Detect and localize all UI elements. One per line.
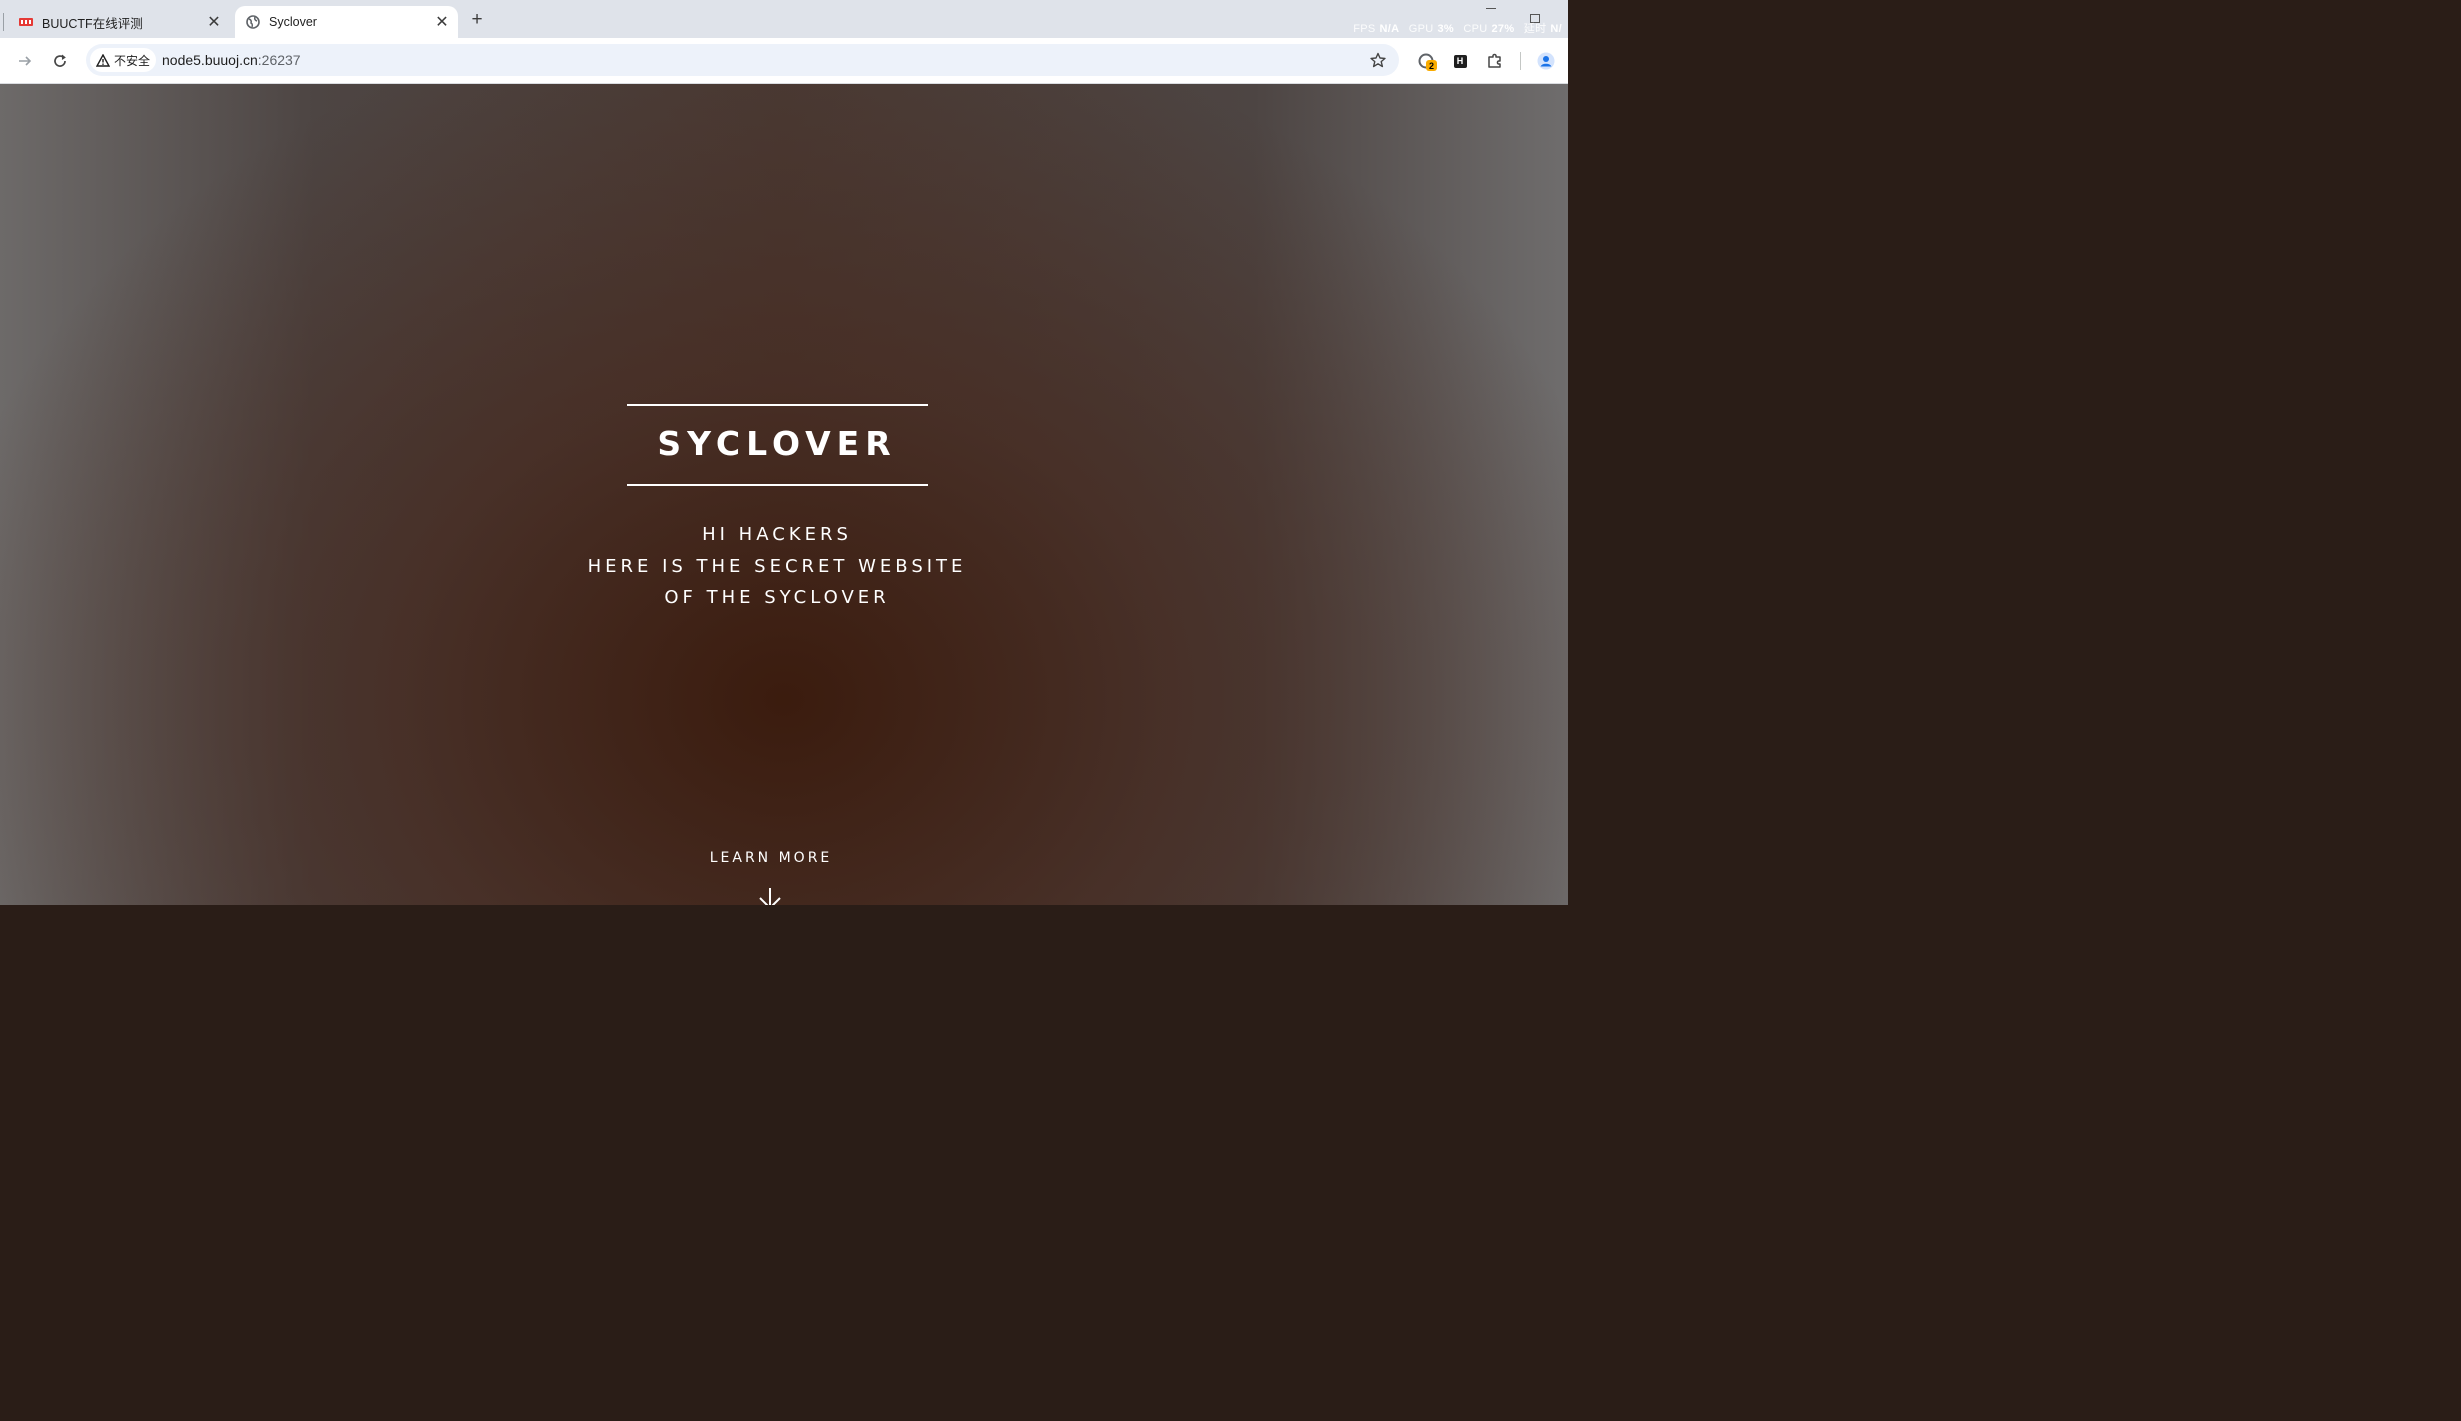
forward-arrow-icon[interactable] [13,49,37,73]
profile-avatar-icon[interactable] [1535,50,1557,72]
gpu-value: 3% [1437,23,1455,35]
gpu-label: GPU [1408,23,1434,35]
tab-buuctf[interactable]: BUUCTF在线评测 ✕ [8,6,230,38]
url-host: node5.buuoj.cn [162,52,258,68]
address-bar[interactable]: 不安全 node5.buuoj.cn:26237 [86,44,1399,76]
security-label: 不安全 [114,53,151,68]
url-port: :26237 [257,52,301,68]
cpu-label: CPU [1463,23,1488,35]
minimize-icon[interactable] [1486,8,1496,9]
down-arrow-icon[interactable] [758,888,782,905]
latency-label: 延时 [1523,23,1547,35]
performance-overlay: FPS N/A GPU 3% CPU 27% 延时 N/ [1353,20,1568,36]
h-extension-icon: H [1453,54,1467,68]
fps-label: FPS [1353,23,1376,35]
extension-button[interactable]: 2 [1415,50,1437,72]
tab-title: BUUCTF在线评测 [42,16,143,31]
tagline-line-2: HERE IS THE SECRET WEBSITE [587,556,967,577]
close-tab-icon[interactable]: ✕ [432,12,452,32]
url-text[interactable]: node5.buuoj.cn:26237 [162,52,301,68]
bookmark-star-icon[interactable] [1368,50,1388,70]
latency-value: N/ [1550,23,1562,35]
warning-triangle-icon [96,53,110,67]
tagline-line-1: HI HACKERS [702,524,852,545]
cpu-value: 27% [1491,23,1515,35]
tab-strip: BUUCTF在线评测 ✕ Syclover ✕ + FPS N/A GPU 3% C… [0,0,1568,38]
title-top-rule [627,404,928,406]
reload-icon[interactable] [48,49,72,73]
extension-badge: 2 [1426,60,1437,71]
page-title: SYCLOVER [657,424,897,463]
tab-title: Syclover [269,15,317,29]
new-tab-button[interactable]: + [466,9,488,31]
close-tab-icon[interactable]: ✕ [204,12,224,32]
learn-more-link[interactable]: LEARN MORE [640,850,902,866]
extension-h-button[interactable]: H [1449,50,1471,72]
tab-syclover[interactable]: Syclover ✕ [235,6,458,38]
title-bottom-rule [627,484,928,486]
tab-separator [3,13,4,31]
page-viewport: SYCLOVER HI HACKERS HERE IS THE SECRET W… [0,84,1568,905]
extensions-puzzle-icon[interactable] [1484,50,1506,72]
fps-value: N/A [1379,23,1400,35]
buuctf-logo-icon [18,14,34,30]
toolbar-separator [1520,52,1521,70]
tagline-line-3: OF THE SYCLOVER [664,587,890,608]
globe-icon [245,14,261,30]
browser-toolbar: 不安全 node5.buuoj.cn:26237 2 H [0,38,1568,84]
security-indicator[interactable]: 不安全 [90,48,157,72]
